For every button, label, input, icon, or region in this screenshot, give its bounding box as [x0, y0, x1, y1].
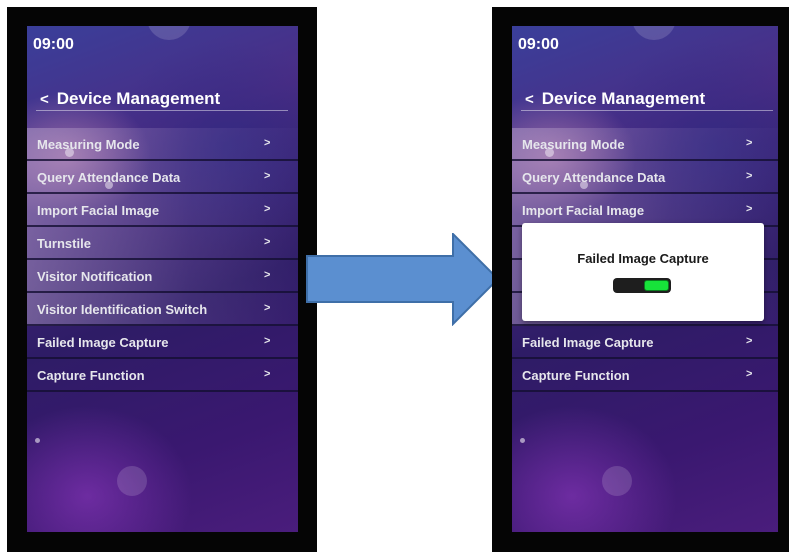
- menu-item-label: Visitor Identification Switch: [37, 302, 208, 317]
- menu-item-import-facial-image[interactable]: Import Facial Image >: [27, 194, 298, 227]
- menu-item-label: Measuring Mode: [522, 137, 625, 152]
- chevron-right-icon: >: [746, 137, 753, 149]
- menu-item-measuring-mode[interactable]: Measuring Mode >: [27, 128, 298, 161]
- failed-image-capture-dialog: Failed Image Capture: [522, 223, 764, 321]
- menu-item-label: Failed Image Capture: [522, 335, 654, 350]
- status-time: 09:00: [518, 36, 559, 53]
- decorative-bubble: [147, 26, 191, 40]
- chevron-right-icon: >: [264, 236, 271, 248]
- menu-item-label: Visitor Notification: [37, 269, 153, 284]
- menu-item-label: Capture Function: [37, 368, 145, 383]
- device-after: 09:00 < Device Management Measuring Mode …: [492, 7, 789, 552]
- menu-item-label: Query Attendance Data: [37, 170, 181, 185]
- settings-menu: Measuring Mode > Query Attendance Data >…: [27, 128, 298, 392]
- menu-item-label: Capture Function: [522, 368, 630, 383]
- menu-item-failed-image-capture[interactable]: Failed Image Capture >: [27, 326, 298, 359]
- device-before: 09:00 < Device Management Measuring Mode …: [7, 7, 317, 552]
- right-arrow-icon: [306, 233, 500, 326]
- screen-before: 09:00 < Device Management Measuring Mode …: [27, 26, 298, 532]
- menu-item-label: Import Facial Image: [37, 203, 160, 218]
- menu-item-failed-image-capture[interactable]: Failed Image Capture >: [512, 326, 778, 359]
- arrow-shape: [306, 233, 500, 326]
- decorative-bubble: [602, 466, 632, 496]
- menu-item-label: Failed Image Capture: [37, 335, 169, 350]
- menu-item-label: Import Facial Image: [522, 203, 645, 218]
- menu-item-capture-function[interactable]: Capture Function >: [27, 359, 298, 392]
- decorative-dot: [520, 438, 525, 443]
- failed-image-capture-toggle[interactable]: [613, 278, 671, 293]
- chevron-right-icon: >: [264, 335, 271, 347]
- menu-item-label: Turnstile: [37, 236, 91, 251]
- page-title: Device Management: [56, 89, 221, 108]
- chevron-right-icon: >: [264, 203, 271, 215]
- chevron-right-icon: >: [746, 368, 753, 380]
- chevron-right-icon: >: [264, 368, 271, 380]
- menu-item-visitor-identification-switch[interactable]: Visitor Identification Switch >: [27, 293, 298, 326]
- screen-after: 09:00 < Device Management Measuring Mode …: [512, 26, 778, 532]
- page-header: < Device Management: [36, 89, 288, 111]
- chevron-right-icon: >: [746, 335, 753, 347]
- chevron-right-icon: >: [264, 137, 271, 149]
- status-time: 09:00: [33, 36, 74, 53]
- chevron-right-icon: >: [746, 203, 753, 215]
- chevron-right-icon: >: [264, 170, 271, 182]
- menu-item-capture-function[interactable]: Capture Function >: [512, 359, 778, 392]
- dialog-title: Failed Image Capture: [577, 251, 709, 266]
- back-button[interactable]: <: [525, 91, 534, 108]
- menu-item-label: Measuring Mode: [37, 137, 140, 152]
- menu-item-turnstile[interactable]: Turnstile >: [27, 227, 298, 260]
- menu-item-query-attendance-data[interactable]: Query Attendance Data >: [512, 161, 778, 194]
- page-header: < Device Management: [521, 89, 773, 111]
- decorative-dot: [35, 438, 40, 443]
- menu-item-query-attendance-data[interactable]: Query Attendance Data >: [27, 161, 298, 194]
- toggle-knob-on: [644, 280, 669, 291]
- menu-item-measuring-mode[interactable]: Measuring Mode >: [512, 128, 778, 161]
- chevron-right-icon: >: [264, 269, 271, 281]
- menu-item-label: Query Attendance Data: [522, 170, 666, 185]
- menu-item-visitor-notification[interactable]: Visitor Notification >: [27, 260, 298, 293]
- chevron-right-icon: >: [746, 170, 753, 182]
- chevron-right-icon: >: [264, 302, 271, 314]
- decorative-bubble: [632, 26, 676, 40]
- page-title: Device Management: [541, 89, 706, 108]
- back-button[interactable]: <: [40, 91, 49, 108]
- decorative-bubble: [117, 466, 147, 496]
